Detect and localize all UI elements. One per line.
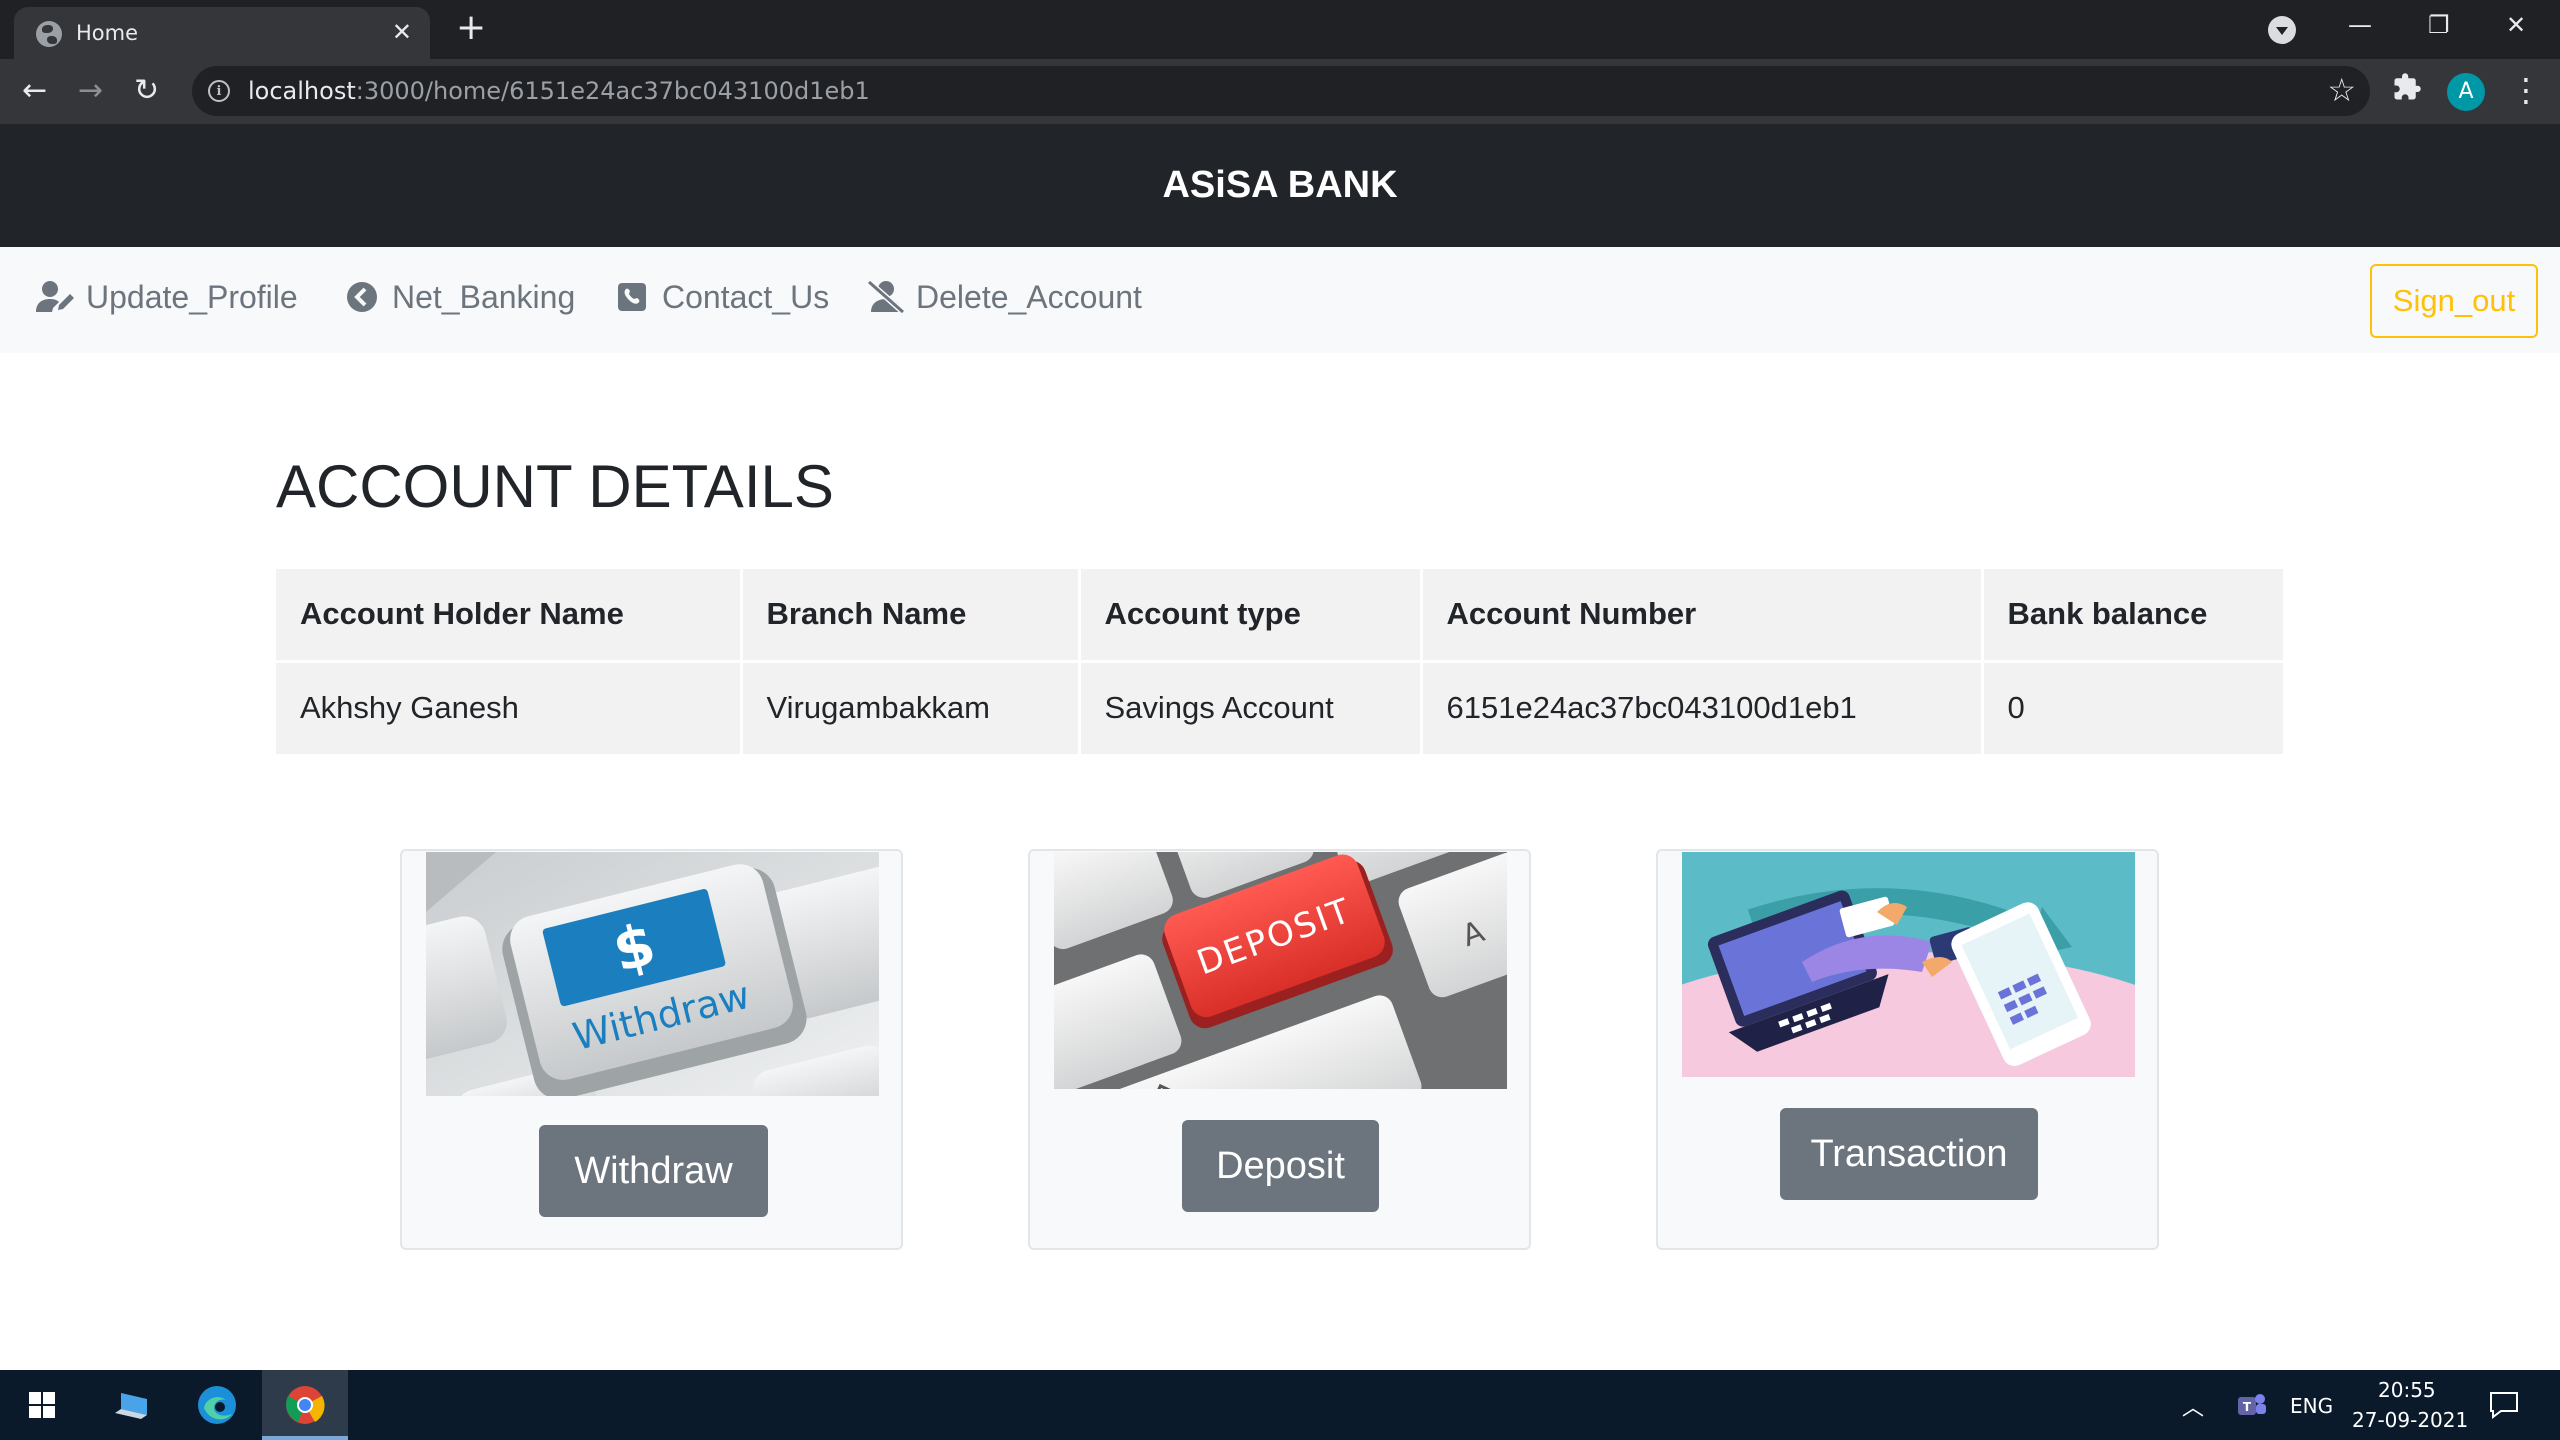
account-type: Savings Account xyxy=(1079,661,1423,754)
clock-date[interactable]: 27-09-2021 xyxy=(2352,1408,2468,1432)
table-header-row: Account Holder Name Branch Name Account … xyxy=(276,569,2283,663)
transaction-image xyxy=(1682,852,2135,1077)
withdraw-card: $ Withdraw Withdraw xyxy=(400,849,903,1250)
profile-avatar[interactable]: A xyxy=(2447,73,2485,111)
desktop-app-icon[interactable] xyxy=(110,1370,160,1440)
withdraw-image: $ Withdraw xyxy=(426,852,879,1096)
edge-browser-icon[interactable] xyxy=(192,1370,242,1440)
column-header: Branch Name xyxy=(741,569,1081,663)
minimize-icon[interactable]: — xyxy=(2348,8,2372,42)
tray-chevron-icon[interactable]: ︿ xyxy=(2182,1390,2204,1422)
branch-name: Virugambakkam xyxy=(741,661,1081,754)
restore-icon[interactable]: ❐ xyxy=(2428,8,2450,42)
menu-icon[interactable]: ⋮ xyxy=(2510,70,2542,110)
nav-label: Update_Profile xyxy=(86,278,298,315)
deposit-card: Q DEPOSIT A Deposit xyxy=(1028,849,1531,1250)
tab-search-icon[interactable] xyxy=(2268,16,2296,44)
user-slash-icon xyxy=(866,277,906,317)
windows-start-icon[interactable] xyxy=(22,1370,62,1440)
page-title: ACCOUNT DETAILS xyxy=(276,453,834,520)
close-window-icon[interactable]: ✕ xyxy=(2506,8,2526,42)
nav-update-profile[interactable]: Update_Profile xyxy=(36,277,298,317)
column-header: Account Holder Name xyxy=(276,569,743,663)
browser-tab-strip: Home ✕ + — ❐ ✕ xyxy=(0,0,2560,59)
column-header: Bank balance xyxy=(1982,569,2283,663)
new-tab-button[interactable]: + xyxy=(456,8,486,48)
column-header: Account type xyxy=(1079,569,1423,663)
table-row: Akhshy Ganesh Virugambakkam Savings Acco… xyxy=(276,661,2283,754)
nav-contact-us[interactable]: Contact_Us xyxy=(612,277,829,317)
nav-delete-account[interactable]: Delete_Account xyxy=(866,277,1142,317)
browser-toolbar: ← → ↻ i localhost:3000/home/6151e24ac37b… xyxy=(0,59,2560,124)
svg-text:T: T xyxy=(2243,1400,2252,1414)
bank-balance: 0 xyxy=(2007,690,2025,726)
column-header: Account Number xyxy=(1421,569,1984,663)
transaction-card: Transaction xyxy=(1656,849,2159,1250)
chevron-circle-left-icon xyxy=(342,277,382,317)
account-details-table: Account Holder Name Branch Name Account … xyxy=(276,569,2283,754)
withdraw-button[interactable]: Withdraw xyxy=(539,1125,768,1217)
sign-out-button[interactable]: Sign_out xyxy=(2370,264,2538,338)
transaction-button[interactable]: Transaction xyxy=(1780,1108,2038,1200)
address-bar[interactable]: i localhost:3000/home/6151e24ac37bc04310… xyxy=(192,66,2370,116)
deposit-button[interactable]: Deposit xyxy=(1182,1120,1379,1212)
browser-tab[interactable]: Home ✕ xyxy=(14,7,430,59)
teams-icon[interactable]: T xyxy=(2232,1370,2272,1440)
star-icon[interactable]: ☆ xyxy=(2327,70,2356,110)
notifications-icon[interactable] xyxy=(2484,1370,2524,1440)
url-text[interactable]: localhost:3000/home/6151e24ac37bc043100d… xyxy=(248,77,870,105)
reload-icon[interactable]: ↻ xyxy=(134,73,159,109)
back-icon[interactable]: ← xyxy=(22,73,47,109)
nav-label: Contact_Us xyxy=(662,278,830,315)
extensions-icon[interactable] xyxy=(2392,71,2422,111)
account-number: 6151e24ac37bc043100d1eb1 xyxy=(1421,661,1984,754)
forward-icon[interactable]: → xyxy=(78,73,103,109)
clock-time[interactable]: 20:55 xyxy=(2378,1378,2436,1402)
windows-taskbar: ︿ T ENG 20:55 27-09-2021 xyxy=(0,1370,2560,1440)
phone-square-icon xyxy=(612,277,652,317)
tab-title: Home xyxy=(76,21,139,45)
deposit-image: Q DEPOSIT A xyxy=(1054,852,1507,1089)
nav-label: Delete_Account xyxy=(916,278,1142,315)
site-header: ASiSA BANK xyxy=(0,124,2560,247)
user-edit-icon xyxy=(36,277,76,317)
tab-close-icon[interactable]: ✕ xyxy=(392,17,412,47)
info-icon[interactable]: i xyxy=(208,80,230,102)
nav-net-banking[interactable]: Net_Banking xyxy=(342,277,575,317)
language-indicator[interactable]: ENG xyxy=(2290,1394,2333,1418)
brand-title: ASiSA BANK xyxy=(1162,164,1398,206)
chrome-browser-icon[interactable] xyxy=(282,1370,328,1440)
nav-label: Net_Banking xyxy=(392,278,576,315)
account-holder-name: Akhshy Ganesh xyxy=(276,661,743,754)
globe-icon xyxy=(36,21,62,47)
navbar: Update_Profile Net_Banking Contact_Us De… xyxy=(0,247,2560,353)
